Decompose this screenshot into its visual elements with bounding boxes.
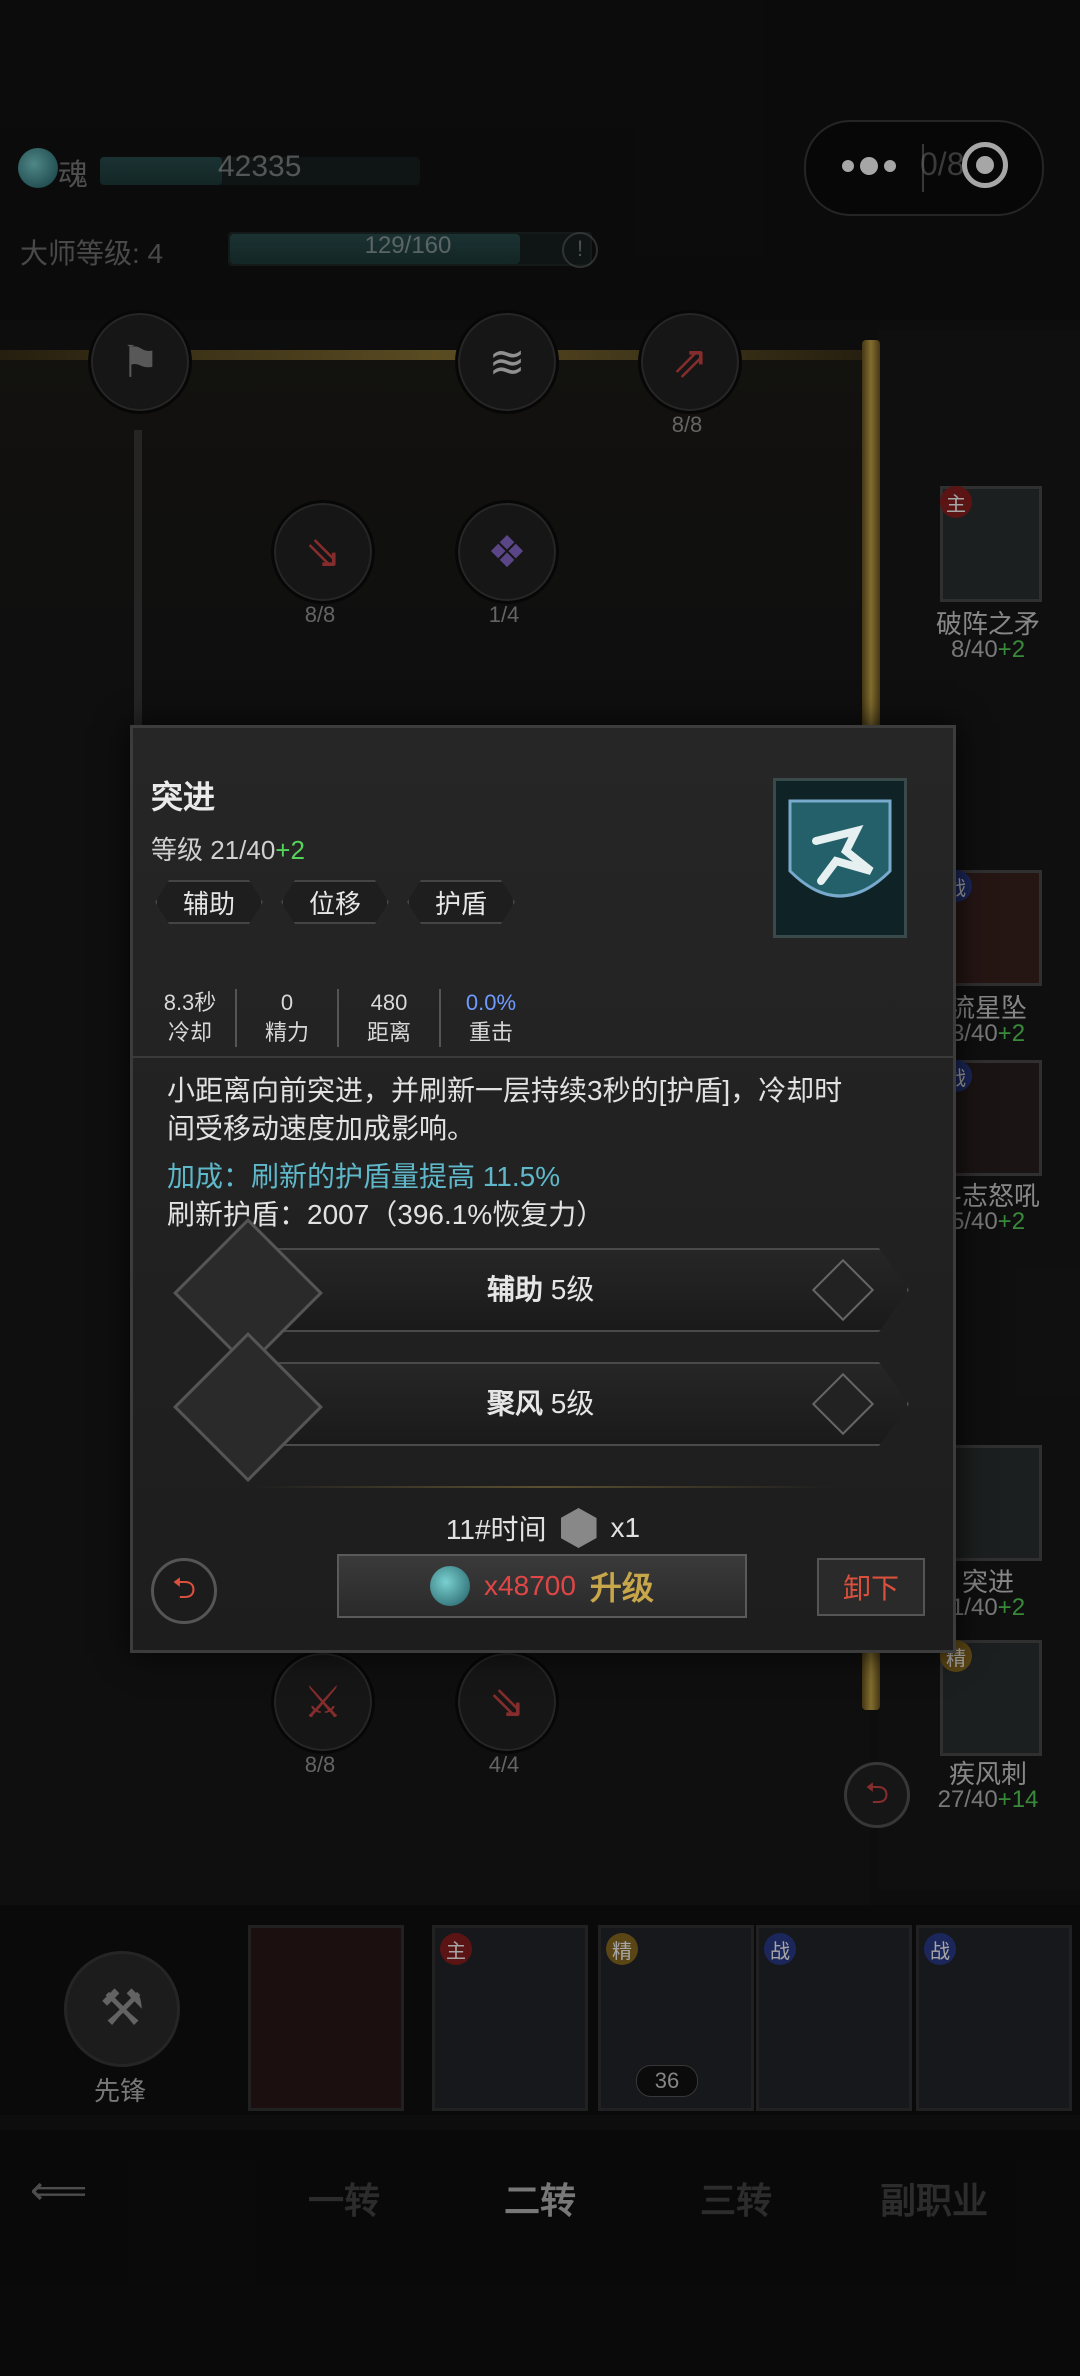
stat-distance: 480 距离 [366,990,411,1045]
skill-level-bonus: +2 [275,835,305,865]
stat-heavy-hit: 0.0% 重击 [465,990,517,1045]
rune-level: 5级 [550,1388,595,1419]
bonus-line: 加成：刷新的护盾量提高 11.5% [167,1161,561,1192]
skill-detail-dialog: 突进 等级 21/40+2 辅助 位移 护盾 8.3秒 冷却 0 精力 480 距离 … [130,725,956,1653]
shield-line: 刷新护盾：2007（396.1%恢复力） [167,1199,605,1230]
tag-chip: 辅助 [155,880,263,924]
upgrade-cost: x48700 [484,1570,576,1601]
skill-title: 突进 [151,779,216,815]
wind-knot-icon [173,1332,323,1482]
dash-skill-icon [788,799,892,898]
upgrade-label: 升级 [589,1570,654,1606]
stat-stamina: 0 精力 [264,990,309,1045]
return-button[interactable]: ⮌ [151,1558,217,1624]
stats-row: 8.3秒 冷却 0 精力 480 距离 0.0% 重击 [155,988,531,1048]
unequip-button[interactable]: 卸下 [817,1558,925,1616]
upgrade-button[interactable]: x48700 升级 [337,1554,747,1618]
skill-description-line2: 间受移动速度加成影响。 [167,1113,476,1144]
skill-level-text: 等级 21/40 [151,835,276,865]
skill-icon-frame [773,778,907,938]
rune-name: 聚风 [487,1388,544,1419]
unequip-label: 卸下 [842,1573,899,1604]
tag-chip: 位移 [281,880,389,924]
rune-level: 5级 [550,1274,595,1305]
rune-name: 辅助 [487,1274,544,1305]
stat-cooldown: 8.3秒 冷却 [163,990,217,1045]
skill-description-line1: 小距离向前突进，并刷新一层持续3秒的[护盾]，冷却时 [167,1075,843,1106]
soul-icon [430,1566,471,1606]
time-crystal-icon [560,1508,597,1548]
time-count: x1 [610,1512,641,1543]
time-label: 11#时间 [445,1514,547,1545]
tag-chip: 护盾 [407,880,515,924]
